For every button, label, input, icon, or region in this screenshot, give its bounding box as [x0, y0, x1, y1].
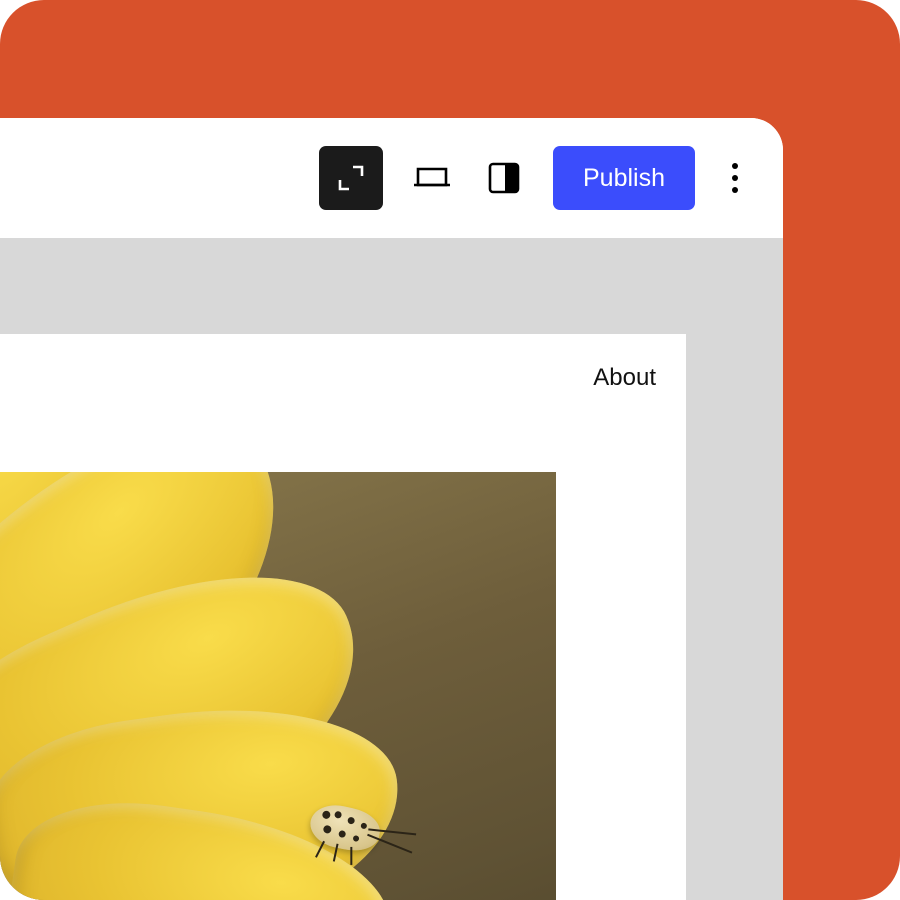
- panel-toggle-button[interactable]: [475, 149, 533, 207]
- page-preview[interactable]: About: [0, 334, 686, 900]
- publish-button-label: Publish: [583, 164, 665, 193]
- fullscreen-button[interactable]: [319, 146, 383, 210]
- fullscreen-icon: [336, 163, 366, 193]
- desktop-view-button[interactable]: [403, 149, 461, 207]
- panel-toggle-icon: [487, 161, 521, 195]
- hero-image-content: [0, 472, 556, 900]
- nav-link-label: About: [593, 364, 656, 391]
- nav-link-about[interactable]: About: [593, 364, 656, 392]
- editor-window: Publish About: [0, 118, 783, 900]
- top-toolbar: Publish: [0, 118, 783, 238]
- more-options-button[interactable]: [715, 149, 755, 207]
- desktop-icon: [412, 163, 452, 193]
- outer-frame: Publish About: [0, 0, 900, 900]
- more-vertical-icon: [731, 161, 739, 195]
- hero-image[interactable]: [0, 472, 556, 900]
- publish-button[interactable]: Publish: [553, 146, 695, 210]
- editor-canvas[interactable]: About: [0, 238, 783, 900]
